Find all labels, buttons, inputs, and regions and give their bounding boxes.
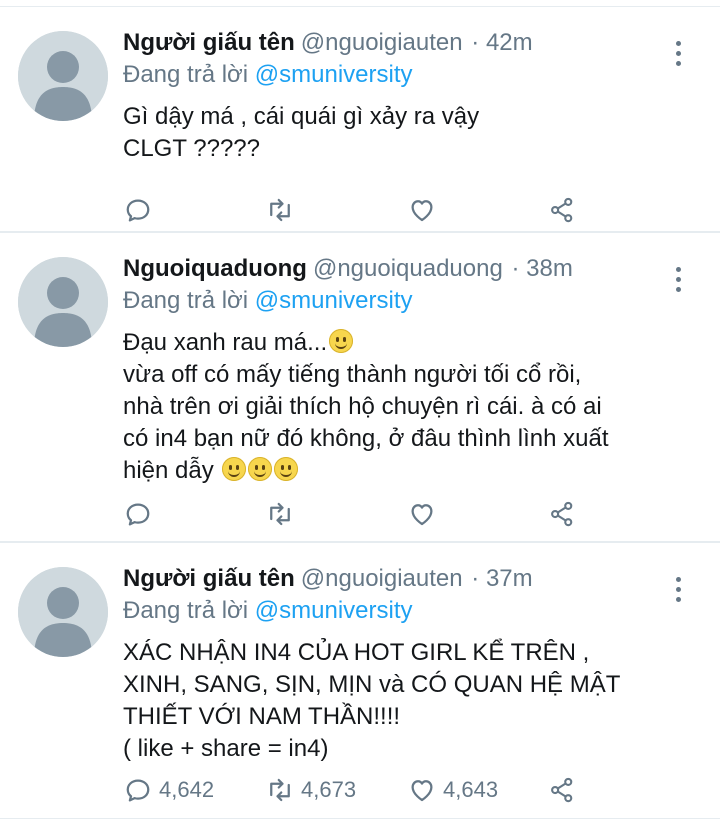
share-button[interactable] — [547, 497, 577, 531]
like-count: 4,643 — [443, 777, 499, 802]
heart-icon — [411, 504, 433, 526]
more-vertical-icon[interactable] — [676, 41, 684, 71]
display-name[interactable]: Người giấu tên — [123, 565, 295, 592]
tweet-line: hiện dẫy — [123, 455, 700, 487]
smiling-face-emoji — [248, 457, 273, 481]
reply-mention-link[interactable]: @smuniversity — [255, 597, 413, 624]
tweet-text: XÁC NHẬN IN4 CỦA HOT GIRL KỂ TRÊN , XINH… — [123, 637, 700, 765]
tweet-line: Gì dậy má , cái quái gì xảy ra vậy — [123, 103, 480, 130]
reply-count: 4,642 — [159, 777, 215, 802]
user-handle[interactable]: @nguoiquaduong — [313, 255, 503, 282]
tweet-header: Người giấu tên @nguoigiauten · 37m — [123, 563, 700, 595]
avatar[interactable] — [18, 567, 108, 657]
replying-to: Đang trả lời @smuniversity — [123, 595, 700, 627]
tweet-line: nhà trên ơi giải thích hộ chuyện rì cái.… — [123, 393, 602, 420]
reply-mention-link[interactable]: @smuniversity — [255, 61, 413, 88]
like-button[interactable]: 4,643 — [407, 773, 498, 807]
retweet-icon — [270, 198, 290, 222]
retweet-count: 4,673 — [301, 777, 357, 802]
retweet-icon — [270, 778, 290, 802]
default-avatar-icon — [18, 567, 108, 657]
display-name[interactable]: Nguoiquaduong — [123, 255, 307, 282]
tweet-text: Gì dậy má , cái quái gì xảy ra vậy CLGT … — [123, 101, 700, 165]
tweet-header: Nguoiquaduong @nguoiquaduong · 38m — [123, 253, 700, 285]
user-handle[interactable]: @nguoigiauten — [301, 565, 463, 592]
more-vertical-icon[interactable] — [676, 267, 684, 297]
tweet-line: CLGT ????? — [123, 135, 260, 162]
tweet-actions — [123, 497, 720, 531]
default-avatar-icon — [18, 257, 108, 347]
reply-icon — [126, 503, 150, 526]
share-button[interactable] — [547, 193, 577, 227]
tweet-text: Đạu xanh rau má... vừa off có mấy tiếng … — [123, 327, 700, 487]
reply-button[interactable] — [123, 497, 159, 531]
share-icon — [551, 777, 573, 803]
tweet-line: XINH, SANG, SỊN, MỊN và CÓ QUAN HỆ MẬT — [123, 671, 621, 698]
avatar[interactable] — [18, 31, 108, 121]
tweet-line: XÁC NHẬN IN4 CỦA HOT GIRL KỂ TRÊN , — [123, 639, 590, 666]
smiling-face-emoji — [222, 457, 247, 481]
timestamp[interactable]: · 42m — [471, 29, 532, 56]
reply-icon — [126, 199, 150, 222]
reply-icon — [126, 779, 150, 802]
tweet-line: THIẾT VỚI NAM THẦN!!!! — [123, 703, 401, 730]
reply-mention-link[interactable]: @smuniversity — [255, 287, 413, 314]
top-divider — [0, 0, 720, 7]
tweet-header: Người giấu tên @nguoigiauten · 42m — [123, 27, 700, 59]
user-handle[interactable]: @nguoigiauten — [301, 29, 463, 56]
tweet-line-text: hiện dẫy — [123, 457, 214, 484]
retweet-button[interactable] — [265, 497, 301, 531]
retweet-button[interactable]: 4,673 — [265, 773, 356, 807]
tweet-2[interactable]: Nguoiquaduong @nguoiquaduong · 38m Đang t… — [0, 233, 720, 543]
replying-prefix: Đang trả lời — [123, 287, 249, 314]
share-button[interactable] — [547, 773, 577, 807]
timestamp[interactable]: · 37m — [471, 565, 532, 592]
tweet-line: Đạu xanh rau má... — [123, 327, 700, 359]
smiling-face-emoji — [274, 457, 299, 481]
heart-icon — [411, 780, 433, 802]
replying-to: Đang trả lời @smuniversity — [123, 59, 700, 91]
tweet-line: có in4 bạn nữ đó không, ở đâu thình lình… — [123, 425, 609, 452]
replying-prefix: Đang trả lời — [123, 61, 249, 88]
smiling-face-emoji — [329, 329, 354, 353]
tweet-3[interactable]: Người giấu tên @nguoigiauten · 37m Đang t… — [0, 543, 720, 819]
avatar[interactable] — [18, 257, 108, 347]
tweet-1[interactable]: Người giấu tên @nguoigiauten · 42m Đang t… — [0, 7, 720, 233]
tweet-actions — [123, 193, 720, 227]
tweet-line: ( like + share = in4) — [123, 735, 329, 762]
reply-button[interactable] — [123, 193, 159, 227]
more-vertical-icon[interactable] — [676, 577, 684, 607]
tweet-line: vừa off có mấy tiếng thành người tối cổ … — [123, 361, 582, 388]
like-button[interactable] — [407, 193, 443, 227]
replying-to: Đang trả lời @smuniversity — [123, 285, 700, 317]
timestamp[interactable]: · 38m — [512, 255, 573, 282]
replying-prefix: Đang trả lời — [123, 597, 249, 624]
display-name[interactable]: Người giấu tên — [123, 29, 295, 56]
default-avatar-icon — [18, 31, 108, 121]
heart-icon — [411, 200, 433, 222]
tweet-actions: 4,642 4,673 4,643 — [123, 773, 720, 807]
share-icon — [551, 501, 573, 527]
share-icon — [551, 197, 573, 223]
tweet-line-text: Đạu xanh rau má... — [123, 329, 328, 356]
retweet-icon — [270, 502, 290, 526]
like-button[interactable] — [407, 497, 443, 531]
reply-button[interactable]: 4,642 — [123, 773, 214, 807]
retweet-button[interactable] — [265, 193, 301, 227]
